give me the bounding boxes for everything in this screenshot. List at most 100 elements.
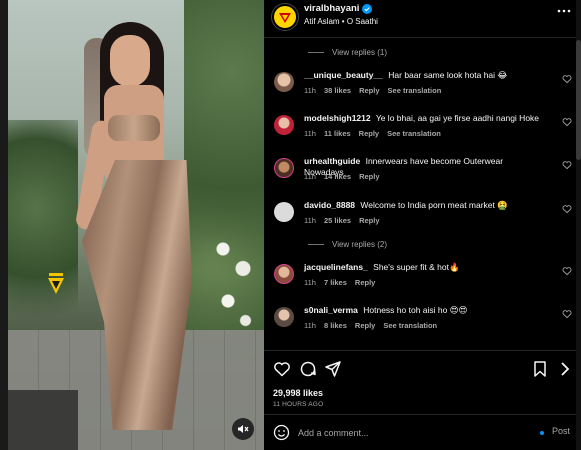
commenter-username[interactable]: modelshigh1212 — [304, 113, 371, 123]
comment-text: Hotness ho toh aisi ho 😍😍 — [363, 305, 468, 315]
comment-input[interactable] — [298, 424, 518, 442]
comment-likes[interactable]: 11 likes — [324, 129, 351, 138]
media-floor-shadow — [8, 390, 78, 450]
author-username[interactable]: viralbhayani — [304, 3, 359, 14]
post-side-panel: viralbhayani Atif Aslam • O Saathi View … — [264, 0, 581, 450]
comment-time: 11h — [304, 321, 316, 330]
commenter-avatar[interactable] — [274, 72, 294, 92]
commenter-avatar[interactable] — [274, 158, 294, 178]
comment-icon[interactable] — [299, 360, 317, 378]
comment-meta: 11h 38 likes Reply See translation — [304, 86, 441, 95]
commenter-avatar[interactable] — [274, 115, 294, 135]
emoji-icon[interactable] — [273, 424, 290, 441]
media-person-face — [110, 35, 150, 87]
commenter-username[interactable]: davido_8888 — [304, 200, 355, 210]
more-options-icon[interactable] — [557, 6, 571, 16]
commenter-username[interactable]: __unique_beauty__ — [304, 70, 383, 80]
reply-button[interactable]: Reply — [359, 216, 379, 225]
media-left-edge — [0, 0, 8, 450]
view-replies-label: View replies (1) — [332, 48, 387, 57]
comment-text-row: modelshigh1212 Ye lo bhai, aa gai ye fir… — [304, 113, 542, 124]
see-translation-button[interactable]: See translation — [388, 86, 442, 95]
comment-text: Har baar same look hota hai 😂 — [388, 70, 508, 80]
typing-indicator-dot — [540, 431, 544, 435]
scrollbar-thumb[interactable] — [576, 40, 581, 160]
more-icon[interactable] — [556, 360, 574, 378]
comment-likes[interactable]: 8 likes — [324, 321, 347, 330]
watermark-logo-icon — [48, 273, 64, 294]
view-replies-button[interactable]: View replies (2) — [308, 240, 387, 249]
reply-button[interactable]: Reply — [355, 278, 375, 287]
like-comment-heart-icon[interactable] — [562, 117, 572, 127]
mute-icon — [238, 425, 249, 433]
comment-meta: 11h 11 likes Reply See translation — [304, 129, 441, 138]
comment-time: 11h — [304, 172, 316, 181]
comment-text: She's super fit & hot🔥 — [373, 262, 460, 272]
comment-text-row: jacquelinefans_ She's super fit & hot🔥 — [304, 262, 542, 273]
comment-item: __unique_beauty__ Har baar same look hot… — [272, 70, 572, 110]
comment-time: 11h — [304, 86, 316, 95]
heart-icon[interactable] — [273, 360, 291, 378]
commenter-username[interactable]: jacquelinefans_ — [304, 262, 368, 272]
comment-meta: 11h 8 likes Reply See translation — [304, 321, 437, 330]
like-comment-heart-icon[interactable] — [562, 204, 572, 214]
post-comment-button[interactable]: Post — [552, 426, 570, 436]
share-icon[interactable] — [324, 360, 342, 378]
comment-item: urhealthguide Innerwears have become Out… — [272, 156, 572, 196]
like-comment-heart-icon[interactable] — [562, 160, 572, 170]
comment-time: 11h — [304, 216, 316, 225]
reply-button[interactable]: Reply — [355, 321, 375, 330]
post-header: viralbhayani Atif Aslam • O Saathi — [264, 0, 581, 38]
comment-meta: 11h 25 likes Reply — [304, 216, 380, 225]
see-translation-button[interactable]: See translation — [387, 129, 441, 138]
mute-button[interactable] — [232, 418, 254, 440]
verified-icon — [362, 3, 373, 14]
likes-count[interactable]: 29,998 likes — [273, 388, 323, 398]
comment-text: Welcome to India porn meat market 🤮 — [360, 200, 508, 210]
media-greenery-left — [8, 120, 78, 340]
comment-item: modelshigh1212 Ye lo bhai, aa gai ye fir… — [272, 113, 572, 153]
author-logo-icon — [279, 13, 291, 23]
divider — [308, 52, 324, 53]
view-replies-button[interactable]: View replies (1) — [308, 48, 387, 57]
comment-item: jacquelinefans_ She's super fit & hot🔥 1… — [272, 262, 572, 302]
comment-text-row: davido_8888 Welcome to India porn meat m… — [304, 200, 542, 211]
media-person-top — [108, 115, 160, 141]
comment-meta: 11h 14 likes Reply — [304, 172, 380, 181]
bookmark-icon[interactable] — [531, 360, 549, 378]
comment-meta: 11h 7 likes Reply — [304, 278, 375, 287]
like-comment-heart-icon[interactable] — [562, 309, 572, 319]
see-translation-button[interactable]: See translation — [383, 321, 437, 330]
like-comment-heart-icon[interactable] — [562, 266, 572, 276]
comment-likes[interactable]: 38 likes — [324, 86, 351, 95]
media-flowers — [208, 210, 258, 340]
post-actions: 29,998 likes 11 HOURS AGO — [264, 350, 581, 414]
window-scrollbar[interactable] — [576, 0, 581, 450]
comments-list[interactable]: View replies (1) __unique_beauty__ Har b… — [264, 38, 581, 350]
post-timestamp[interactable]: 11 HOURS AGO — [273, 401, 323, 408]
comment-item: davido_8888 Welcome to India porn meat m… — [272, 200, 572, 240]
view-replies-label: View replies (2) — [332, 240, 387, 249]
reply-button[interactable]: Reply — [359, 172, 379, 181]
comment-time: 11h — [304, 278, 316, 287]
commenter-avatar[interactable] — [274, 202, 294, 222]
divider — [308, 244, 324, 245]
like-comment-heart-icon[interactable] — [562, 74, 572, 84]
comment-time: 11h — [304, 129, 316, 138]
commenter-username[interactable]: s0nali_verma — [304, 305, 358, 315]
commenter-avatar[interactable] — [274, 307, 294, 327]
commenter-username[interactable]: urhealthguide — [304, 156, 360, 166]
comment-text-row: s0nali_verma Hotness ho toh aisi ho 😍😍 — [304, 305, 542, 316]
author-username-row[interactable]: viralbhayani — [304, 3, 373, 14]
comment-likes[interactable]: 25 likes — [324, 216, 351, 225]
commenter-avatar[interactable] — [274, 264, 294, 284]
comment-likes[interactable]: 14 likes — [324, 172, 351, 181]
comment-likes[interactable]: 7 likes — [324, 278, 347, 287]
audio-track[interactable]: Atif Aslam • O Saathi — [304, 17, 378, 26]
post-media[interactable] — [0, 0, 264, 450]
add-comment-bar: Post — [264, 414, 581, 450]
comment-text: Ye lo bhai, aa gai ye firse aadhi nangi … — [375, 113, 540, 123]
reply-button[interactable]: Reply — [359, 129, 379, 138]
author-avatar[interactable] — [272, 4, 298, 30]
reply-button[interactable]: Reply — [359, 86, 379, 95]
